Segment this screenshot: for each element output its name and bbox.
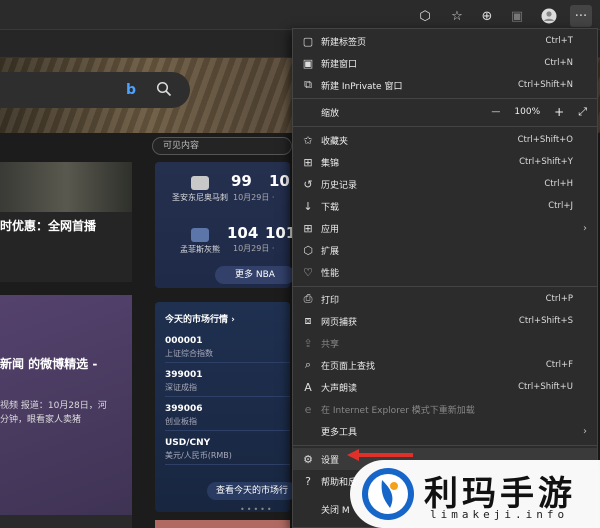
- menu-item-web-capture[interactable]: ⧈ 网页捕获 Ctrl+Shift+S: [293, 310, 597, 332]
- download-icon: ↓: [303, 199, 313, 213]
- menu-item-read-aloud[interactable]: A 大声朗读 Ctrl+Shift+U: [293, 376, 597, 398]
- menu-item-history[interactable]: ↺ 历史记录 Ctrl+H: [293, 173, 597, 195]
- team-score: 104: [227, 224, 259, 242]
- opponent-score: 10: [269, 172, 290, 190]
- collections-icon: ⊞: [303, 155, 313, 169]
- menu-item-new-inprivate[interactable]: ⧉ 新建 InPrivate 窗口 Ctrl+Shift+N: [293, 74, 597, 96]
- news-card-title: 新闻 的微博精选 -: [0, 357, 98, 371]
- zoom-in-button[interactable]: +: [554, 105, 564, 119]
- profile-avatar[interactable]: [538, 5, 560, 27]
- extensions-icon: ⬡: [303, 243, 313, 257]
- search-icon[interactable]: [156, 81, 174, 99]
- market-row[interactable]: USD/CNY 美元/人民币(RMB): [165, 438, 290, 465]
- menu-item-apps[interactable]: ⊞ 应用 ›: [293, 217, 597, 239]
- nba-scores-card[interactable]: 圣安东尼奥马刺 99 10 10月29日 · 孟菲斯灰熊 104 101 10月…: [155, 162, 296, 288]
- zoom-out-button[interactable]: —: [491, 107, 500, 117]
- collections-icon[interactable]: ⊕: [476, 5, 498, 27]
- news-card-1[interactable]: 时优惠：全网首播: [0, 162, 132, 282]
- help-icon: ?: [305, 474, 311, 488]
- menu-item-collections[interactable]: ⊞ 集锦 Ctrl+Shift+Y: [293, 151, 597, 173]
- news-card-3[interactable]: [0, 515, 132, 528]
- gear-icon: ⚙: [303, 452, 313, 466]
- view-market-button[interactable]: 查看今天的市场行: [207, 482, 297, 500]
- menu-item-more-tools[interactable]: 更多工具 ›: [293, 420, 597, 442]
- new-window-icon: ▣: [302, 56, 314, 70]
- carousel-dots[interactable]: •••••: [240, 505, 274, 514]
- menu-separator: [293, 98, 597, 99]
- zoom-level: 100%: [514, 107, 541, 117]
- wallet-icon[interactable]: ▣: [506, 5, 528, 27]
- share-icon: ⇪: [303, 336, 313, 350]
- menu-item-new-window[interactable]: ▣ 新建窗口 Ctrl+N: [293, 52, 597, 74]
- menu-item-share[interactable]: ⇪ 共享: [293, 332, 597, 354]
- menu-item-ie-mode[interactable]: e 在 Internet Explorer 模式下重新加载: [293, 398, 597, 420]
- team-spurs: 圣安东尼奥马刺: [165, 176, 235, 203]
- web-capture-icon: ⧈: [304, 314, 312, 327]
- market-card[interactable]: 今天的市场行情 › 000001 上证综合指数 399001 深证成指 3990…: [155, 302, 297, 512]
- menu-item-find[interactable]: ⌕ 在页面上查找 Ctrl+F: [293, 354, 597, 376]
- news-card-2[interactable]: 新闻 的微博精选 - 视频 报道：10月28日，河 分钟，眼看家人卖猪: [0, 295, 132, 515]
- history-icon: ↺: [303, 177, 313, 191]
- team-logo-icon: [191, 176, 209, 190]
- market-row[interactable]: 000001 上证综合指数: [165, 336, 290, 363]
- menu-item-print[interactable]: ⎙ 打印 Ctrl+P: [293, 288, 597, 310]
- menu-separator: [293, 286, 597, 287]
- browser-toolbar: ⬡ ☆ ⊕ ▣ ···: [0, 0, 600, 30]
- internet-explorer-icon: e: [304, 402, 312, 416]
- menu-item-favorites[interactable]: ✩ 收藏夹 Ctrl+Shift+O: [293, 129, 597, 151]
- menu-item-zoom: 缩放 — 100% + ⤢: [321, 105, 587, 119]
- watermark-icon: [362, 468, 414, 520]
- new-tab-icon: ▢: [302, 34, 314, 48]
- bing-icon: b: [126, 82, 137, 98]
- chevron-right-icon: ›: [583, 222, 587, 234]
- market-row[interactable]: 399006 创业板指: [165, 404, 290, 431]
- menu-item-performance[interactable]: ♡ 性能: [293, 261, 597, 283]
- menu-item-new-tab[interactable]: ▢ 新建标签页 Ctrl+T: [293, 30, 597, 52]
- watermark-url: limakeji.info: [430, 508, 569, 521]
- team-score: 99: [231, 172, 252, 190]
- game-date: 10月29日 ·: [233, 193, 275, 202]
- settings-menu: ▢ 新建标签页 Ctrl+T ▣ 新建窗口 Ctrl+N ⧉ 新建 InPriv…: [292, 28, 598, 528]
- watermark-logo: 利玛手游 limakeji.info: [350, 460, 600, 528]
- print-icon: ⎙: [303, 292, 313, 305]
- more-nba-button[interactable]: 更多 NBA: [215, 266, 295, 284]
- menu-separator: [293, 445, 597, 446]
- market-title[interactable]: 今天的市场行情 ›: [165, 312, 235, 325]
- read-aloud-icon: A: [304, 380, 312, 394]
- fullscreen-icon[interactable]: ⤢: [578, 105, 587, 119]
- team-grizzlies: 孟菲斯灰熊: [165, 228, 235, 255]
- news-card-description: 视频 报道：10月28日，河 分钟，眼看家人卖猪: [0, 401, 107, 425]
- game-date: 10月29日 ·: [233, 244, 275, 253]
- market-row[interactable]: 399001 深证成指: [165, 370, 290, 397]
- news-card-4[interactable]: [155, 520, 290, 528]
- performance-icon: ♡: [303, 265, 313, 279]
- find-icon: ⌕: [304, 358, 312, 371]
- menu-item-downloads[interactable]: ↓ 下载 Ctrl+J: [293, 195, 597, 217]
- search-bar[interactable]: b: [0, 72, 190, 108]
- favorites-icon: ✩: [303, 133, 313, 147]
- news-card-title: 时优惠：全网首播: [0, 219, 97, 233]
- news-card-image: [0, 162, 132, 212]
- more-options-icon[interactable]: ···: [570, 5, 592, 27]
- apps-icon: ⊞: [303, 221, 313, 235]
- inprivate-icon: ⧉: [304, 78, 312, 91]
- extension-icon[interactable]: ⬡: [414, 5, 436, 27]
- favorites-star-icon[interactable]: ☆: [446, 5, 468, 27]
- team-logo-icon: [191, 228, 209, 242]
- visible-content-dropdown[interactable]: 可见内容: [152, 137, 292, 155]
- chevron-right-icon: ›: [583, 425, 587, 437]
- menu-separator: [293, 126, 597, 127]
- menu-item-extensions[interactable]: ⬡ 扩展: [293, 239, 597, 261]
